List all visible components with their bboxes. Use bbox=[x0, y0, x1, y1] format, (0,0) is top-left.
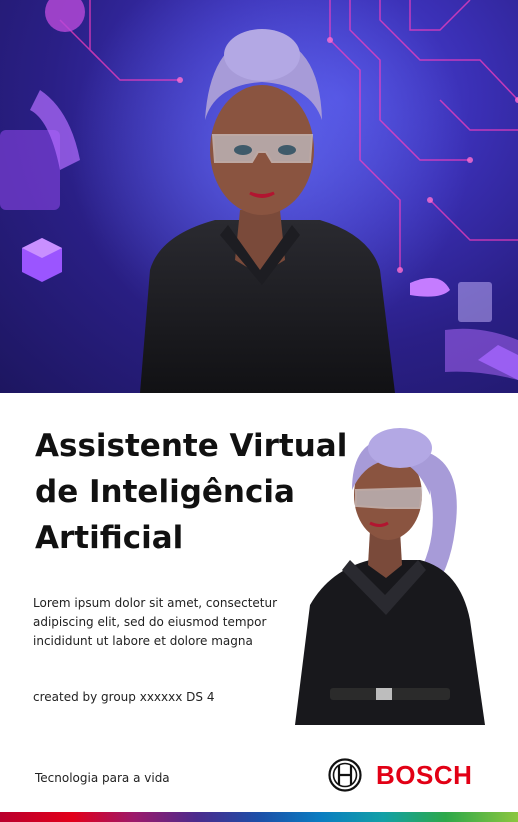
description-text: Lorem ipsum dolor sit amet, consectetur … bbox=[33, 596, 278, 648]
bosch-wordmark: BOSCH bbox=[376, 759, 473, 790]
avatar-figure bbox=[290, 420, 500, 735]
footer-tagline: Tecnologia para a vida bbox=[35, 771, 170, 785]
bosch-armature-icon bbox=[328, 758, 362, 792]
brand-color-stripe bbox=[0, 812, 518, 822]
hero-illustration bbox=[0, 0, 518, 393]
hero-banner bbox=[0, 0, 518, 393]
bosch-logo: BOSCH bbox=[328, 758, 472, 792]
credit-text: created by group xxxxxx DS 4 bbox=[33, 690, 215, 704]
